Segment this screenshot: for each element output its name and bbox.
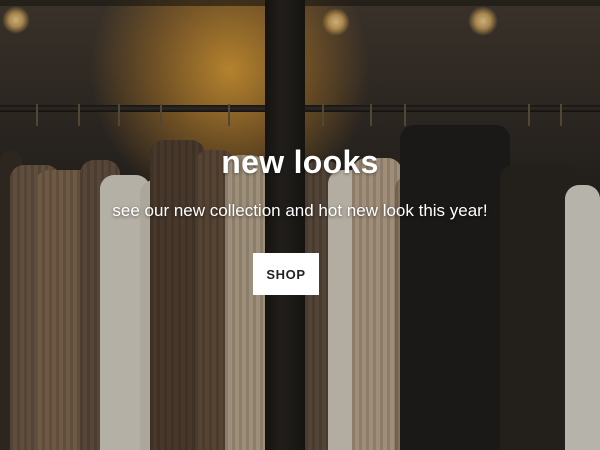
hero-content: new looks see our new collection and hot… [0,0,600,450]
shop-button[interactable]: SHOP [253,253,319,295]
hero-subtitle: see our new collection and hot new look … [112,201,488,220]
hero-title: new looks [221,144,379,180]
